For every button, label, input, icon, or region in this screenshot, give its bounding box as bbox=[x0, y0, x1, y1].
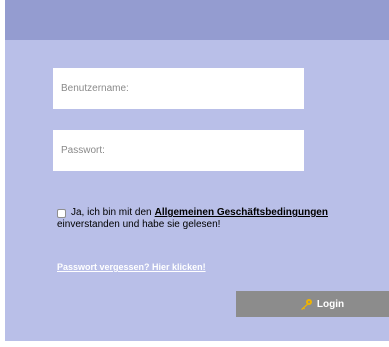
login-button[interactable]: Login bbox=[236, 291, 389, 317]
forgot-password-link[interactable]: Passwort vergessen? Hier klicken! bbox=[57, 262, 206, 272]
terms-checkbox[interactable] bbox=[57, 208, 66, 218]
terms-agreement: Ja, ich bin mit den Allgemeinen Geschäft… bbox=[57, 207, 377, 231]
key-icon bbox=[300, 299, 312, 310]
password-input[interactable] bbox=[53, 130, 304, 171]
header-bar bbox=[5, 0, 389, 40]
terms-line-1: Ja, ich bin mit den Allgemeinen Geschäft… bbox=[57, 207, 377, 219]
terms-text-before: Ja, ich bin mit den bbox=[71, 207, 152, 218]
login-panel: Ja, ich bin mit den Allgemeinen Geschäft… bbox=[5, 0, 389, 341]
terms-link[interactable]: Allgemeinen Geschäftsbedingungen bbox=[155, 207, 328, 219]
login-button-label: Login bbox=[316, 298, 345, 310]
terms-text-after: einverstanden und habe sie gelesen! bbox=[57, 219, 221, 230]
username-input[interactable] bbox=[53, 68, 304, 109]
